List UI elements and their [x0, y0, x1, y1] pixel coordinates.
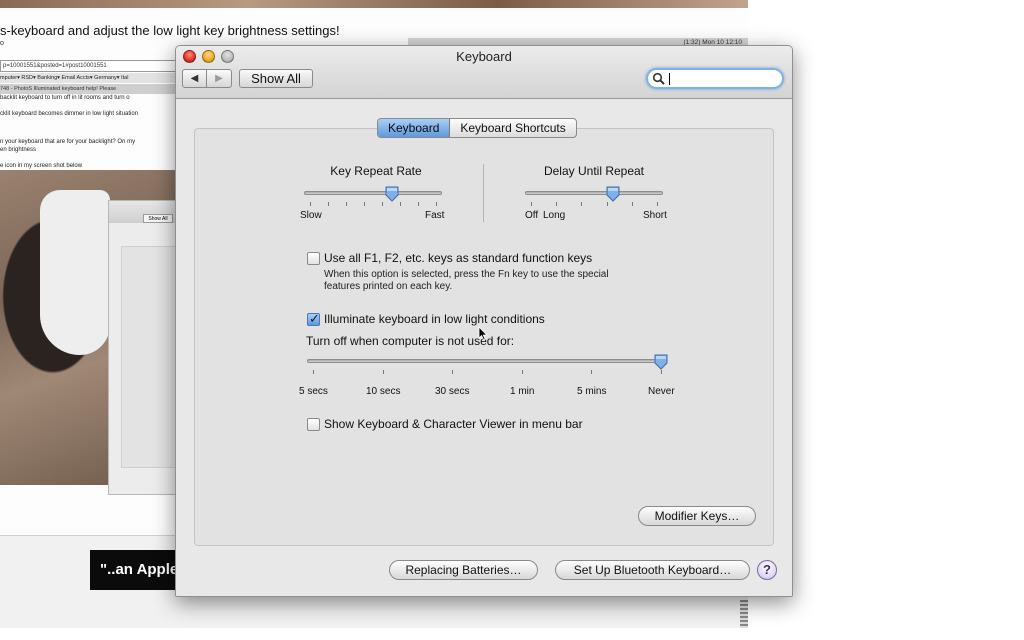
background-apple-banner: "..an Apple — [90, 550, 176, 590]
character-viewer-checkbox[interactable] — [307, 418, 320, 431]
search-input[interactable] — [646, 68, 784, 89]
background-screenshot-window: Show All — [108, 200, 177, 495]
background-address-bar[interactable]: p=10001551&posted=1#post10001551 — [0, 60, 176, 72]
slider-divider — [483, 164, 484, 222]
slider-tick — [364, 202, 365, 206]
show-all-button[interactable]: Show All — [239, 69, 313, 88]
background-post-line: cklit keyboard becomes dimmer in low lig… — [0, 111, 139, 117]
background-headline: s-keyboard and adjust the low light key … — [0, 23, 340, 38]
background-post-line: e icon in my screen shot below — [0, 163, 83, 169]
background-scrollbar-edge — [740, 600, 748, 628]
illuminate-keyboard-checkbox[interactable]: ✓ — [307, 311, 320, 326]
key-repeat-title: Key Repeat Rate — [330, 164, 422, 178]
function-keys-label[interactable]: Use all F1, F2, etc. keys as standard fu… — [324, 251, 592, 265]
background-post-line: n your keyboard that are for your backli… — [0, 139, 136, 145]
key-repeat-min-label: Slow — [300, 210, 322, 221]
slider-tick — [522, 370, 523, 374]
background-tab-strip[interactable]: 748 - PhotoS Illuminated keyboard help! … — [0, 84, 176, 94]
forward-arrow-icon: ▶ — [215, 73, 223, 84]
background-photo-strip — [0, 0, 748, 8]
background-photo-dress — [40, 190, 110, 355]
keyboard-preferences-window: Keyboard ◀ ▶ Show All Keyboard Keyboard … — [175, 45, 793, 597]
slider-thumb[interactable] — [654, 354, 668, 370]
set-up-bluetooth-keyboard-button[interactable]: Set Up Bluetooth Keyboard… — [555, 560, 750, 580]
modifier-keys-button[interactable]: Modifier Keys… — [638, 506, 756, 526]
delay-repeat-title: Delay Until Repeat — [543, 164, 645, 178]
slider-tick — [632, 202, 633, 206]
slider-tick — [328, 202, 329, 206]
forward-button[interactable]: ▶ — [207, 70, 231, 87]
replacing-batteries-button[interactable]: Replacing Batteries… — [389, 560, 538, 580]
slider-track[interactable] — [304, 191, 442, 195]
slider-track[interactable] — [307, 359, 667, 363]
slider-tick — [607, 202, 608, 206]
mouse-pointer-icon — [478, 326, 488, 341]
slider-thumb[interactable] — [385, 186, 399, 202]
background-screenshot-show-all: Show All — [143, 214, 173, 223]
backlight-timeout-slider[interactable] — [307, 354, 668, 380]
backlight-timeout-tick-label: 10 secs — [366, 386, 401, 397]
delay-min-label: Long — [543, 210, 566, 221]
window-titlebar[interactable]: Keyboard ◀ ▶ Show All — [176, 46, 792, 99]
backlight-timeout-tick-label: 5 secs — [299, 386, 328, 397]
key-repeat-max-label: Fast — [425, 210, 445, 221]
background-screenshot-panel — [121, 246, 177, 468]
function-keys-help-line-2: features printed on each key. — [324, 281, 453, 292]
slider-tick — [657, 202, 658, 206]
backlight-timeout-tick-label: 30 secs — [435, 386, 470, 397]
background-bookmarks-bar[interactable]: mputer▾ RSD▾ Banking▾ Email Accts▾ Germa… — [0, 73, 176, 83]
tab-keyboard-shortcuts[interactable]: Keyboard Shortcuts — [450, 119, 575, 137]
background-post-line: backlit keyboard to turn off in lit room… — [0, 95, 130, 101]
delay-off-label: Off — [525, 210, 539, 221]
backlight-timeout-tick-labels: 5 secs 10 secs 30 secs 1 min 5 mins Never — [176, 386, 792, 400]
screen: s-keyboard and adjust the low light key … — [0, 0, 1024, 640]
backlight-timeout-tick-label: 1 min — [510, 386, 535, 397]
illuminate-keyboard-label[interactable]: Illuminate keyboard in low light conditi… — [324, 312, 545, 326]
delay-repeat-slider[interactable] — [525, 186, 663, 212]
navigation-segmented-control: ◀ ▶ — [182, 69, 232, 88]
slider-tick — [531, 202, 532, 206]
search-text-caret — [669, 73, 670, 85]
slider-tick — [661, 370, 662, 374]
slider-tick — [581, 202, 582, 206]
back-arrow-icon: ◀ — [190, 73, 199, 84]
slider-tick — [400, 202, 401, 206]
backlight-timeout-tick-label: 5 mins — [577, 386, 607, 397]
background-post-line: en brightness — [0, 147, 37, 153]
key-repeat-slider[interactable] — [304, 186, 442, 212]
slider-tick — [310, 202, 311, 206]
tab-bar: Keyboard Keyboard Shortcuts — [377, 118, 577, 138]
search-icon — [652, 72, 665, 85]
slider-tick — [591, 370, 592, 374]
slider-thumb[interactable] — [606, 186, 620, 202]
slider-tick — [383, 370, 384, 374]
character-viewer-label[interactable]: Show Keyboard & Character Viewer in menu… — [324, 417, 583, 431]
back-button[interactable]: ◀ — [183, 70, 207, 87]
slider-tick — [313, 370, 314, 374]
window-content: Keyboard Keyboard Shortcuts Key Repeat R… — [176, 100, 792, 596]
slider-tick — [418, 202, 419, 206]
slider-tick — [556, 202, 557, 206]
background-url-fragment: o — [0, 40, 4, 47]
slider-tick — [436, 202, 437, 206]
function-keys-help-line-1: When this option is selected, press the … — [324, 269, 609, 280]
slider-tick — [452, 370, 453, 374]
help-button[interactable]: ? — [757, 560, 777, 580]
slider-tick — [382, 202, 383, 206]
backlight-timeout-tick-label: Never — [648, 386, 675, 397]
delay-max-label: Short — [643, 210, 667, 221]
checkmark-icon: ✓ — [309, 311, 320, 326]
tab-keyboard[interactable]: Keyboard — [378, 119, 451, 137]
slider-tick — [346, 202, 347, 206]
window-title: Keyboard — [456, 49, 512, 64]
slider-track[interactable] — [525, 191, 663, 195]
function-keys-checkbox[interactable] — [307, 252, 320, 265]
